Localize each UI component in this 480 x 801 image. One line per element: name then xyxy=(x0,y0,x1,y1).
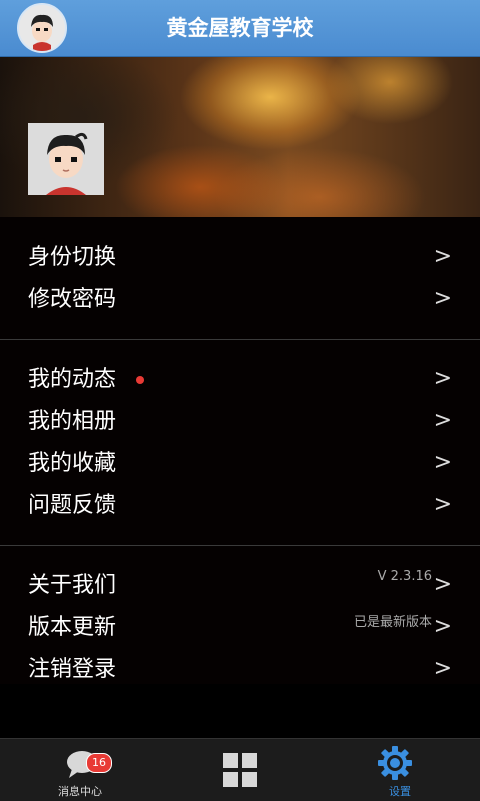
menu-item-label: 版本更新 xyxy=(28,615,117,640)
menu-item-label: 我的收藏 xyxy=(28,451,117,476)
menu-group-system: 关于我们 V 2.3.16 > 版本更新 已是最新版本 > 注销登录 > xyxy=(0,546,480,684)
grid-icon xyxy=(223,753,257,787)
menu-item-label: 问题反馈 xyxy=(28,493,117,518)
page-title: 黄金屋教育学校 xyxy=(166,16,314,40)
user-avatar[interactable] xyxy=(28,123,104,195)
menu-item-logout[interactable]: 注销登录 > xyxy=(0,649,480,691)
cartoon-boy-icon xyxy=(28,123,104,195)
chevron-right-icon: > xyxy=(433,408,452,433)
menu-item-change-password[interactable]: 修改密码 > xyxy=(0,279,480,321)
profile-banner xyxy=(0,57,480,217)
menu-group-account: 身份切换 > 修改密码 > xyxy=(0,217,480,339)
gear-icon xyxy=(378,746,412,780)
tab-label: 设置 xyxy=(389,785,411,798)
menu-item-switch-identity[interactable]: 身份切换 > xyxy=(0,237,480,279)
chevron-right-icon: > xyxy=(433,366,452,391)
chevron-right-icon: > xyxy=(433,450,452,475)
menu-item-my-album[interactable]: 我的相册 > xyxy=(0,401,480,443)
chevron-right-icon: > xyxy=(433,656,452,681)
version-text: V 2.3.16 xyxy=(377,569,432,584)
menu-item-my-activity[interactable]: 我的动态 > xyxy=(0,359,480,401)
menu-item-about-us[interactable]: 关于我们 V 2.3.16 > xyxy=(0,565,480,607)
menu-item-label: 关于我们 xyxy=(28,573,117,598)
menu-item-feedback[interactable]: 问题反馈 > xyxy=(0,485,480,527)
chevron-right-icon: > xyxy=(433,492,452,517)
menu-item-label: 身份切换 xyxy=(28,245,117,270)
tab-label: 消息中心 xyxy=(58,785,102,798)
menu-item-label: 注销登录 xyxy=(28,657,117,682)
menu-item-my-favorites[interactable]: 我的收藏 > xyxy=(0,443,480,485)
tab-apps[interactable] xyxy=(160,739,320,801)
unread-count-badge: 16 xyxy=(86,753,112,773)
bottom-navigation: 16 消息中心 设置 xyxy=(0,738,480,801)
chevron-right-icon: > xyxy=(433,572,452,597)
update-status-text: 已是最新版本 xyxy=(353,615,432,630)
menu-item-label: 修改密码 xyxy=(28,287,117,312)
menu-item-label: 我的动态 xyxy=(28,367,117,392)
chevron-right-icon: > xyxy=(433,244,452,269)
menu-item-label: 我的相册 xyxy=(28,409,117,434)
new-indicator-dot xyxy=(136,376,144,384)
menu-group-personal: 我的动态 > 我的相册 > 我的收藏 > 问题反馈 > xyxy=(0,340,480,545)
tab-settings[interactable]: 设置 xyxy=(320,739,480,801)
menu-item-version-update[interactable]: 版本更新 已是最新版本 > xyxy=(0,607,480,649)
chevron-right-icon: > xyxy=(433,286,452,311)
tab-messages[interactable]: 16 消息中心 xyxy=(0,739,160,801)
chevron-right-icon: > xyxy=(433,614,452,639)
app-header: 黄金屋教育学校 xyxy=(0,0,480,57)
